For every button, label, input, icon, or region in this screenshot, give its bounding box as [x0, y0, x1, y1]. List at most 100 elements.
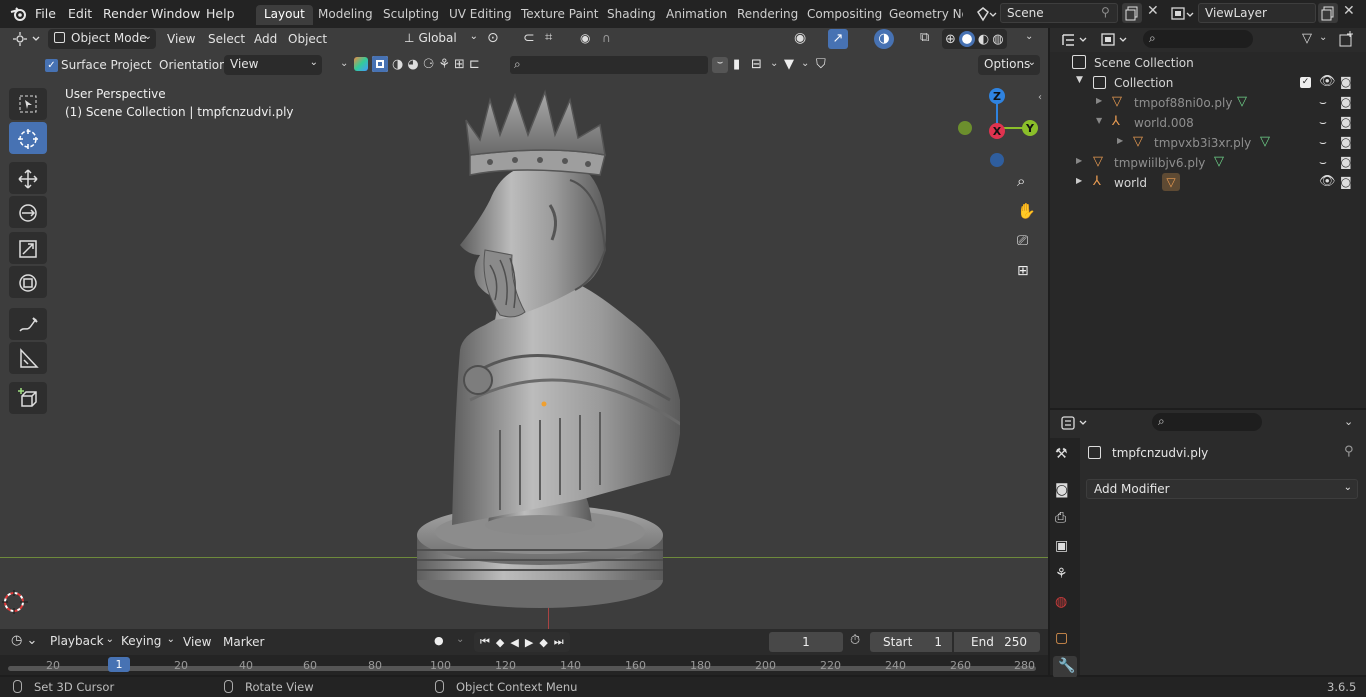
timeline-view-menu[interactable]: View	[183, 635, 211, 649]
tab-animation[interactable]: Animation	[658, 5, 735, 25]
outliner-row-world-008[interactable]: ▼ ⅄ world.008 ⌣ ◙	[1050, 113, 1366, 133]
record-icon[interactable]: ●	[434, 634, 444, 647]
chevron-down-icon[interactable]: ⌄	[770, 58, 778, 69]
cursor-tool[interactable]	[9, 122, 47, 154]
timeline-editor-type-icon[interactable]: ◷ ⌄	[11, 633, 37, 648]
viewport-menu-add[interactable]: Add	[254, 32, 277, 46]
display-mode-icon[interactable]	[1100, 32, 1130, 48]
rotate-tool[interactable]	[9, 196, 47, 228]
render-properties-icon[interactable]: ◙	[1055, 482, 1075, 502]
new-collection-button[interactable]	[1336, 30, 1356, 50]
camera-view-button[interactable]: ⎚	[1012, 231, 1038, 257]
timeline-marker-menu[interactable]: Marker	[223, 635, 264, 649]
expand-arrow-icon[interactable]: ▶	[1096, 96, 1102, 105]
eye-icon[interactable]: 👁	[1319, 74, 1336, 89]
shading-sphere-2-icon[interactable]: ◕	[407, 57, 418, 72]
add-cube-tool[interactable]	[9, 382, 47, 414]
visibility-icon[interactable]: ◉	[794, 30, 806, 46]
scale-tool[interactable]	[9, 232, 47, 264]
delete-view-layer-icon[interactable]: ✕	[1343, 3, 1355, 19]
modifier-properties-tab[interactable]: 🔧	[1053, 656, 1077, 678]
camera-render-icon[interactable]: ◙	[1340, 115, 1352, 129]
add-modifier-dropdown[interactable]: Add Modifier ⌄	[1086, 479, 1358, 499]
tree-icon[interactable]: ⚘	[438, 57, 450, 72]
transform-tool[interactable]	[9, 266, 47, 298]
pivot-point-icon[interactable]: ⊙	[487, 30, 499, 46]
scene-properties-icon[interactable]: ⚘	[1055, 566, 1075, 586]
camera-render-icon[interactable]: ◙	[1340, 75, 1352, 89]
play-icon[interactable]: ▶	[525, 636, 533, 649]
jump-start-icon[interactable]: ⏮	[480, 635, 490, 649]
overlay-toggle[interactable]: ◑	[874, 29, 894, 49]
shield-icon[interactable]: ⛉	[816, 57, 826, 72]
object-properties-icon[interactable]: ▢	[1055, 630, 1075, 650]
sidebar-toggle-chevron-icon[interactable]: ‹	[1038, 92, 1042, 103]
camera-render-icon[interactable]: ◙	[1340, 155, 1352, 169]
expand-arrow-icon[interactable]: ▶	[1076, 156, 1082, 165]
view-layer-properties-icon[interactable]: ▣	[1055, 538, 1075, 558]
collection-view-icon[interactable]: ⊟	[751, 57, 762, 72]
filter-shape-icon[interactable]: ⌣	[712, 57, 728, 73]
end-frame-field[interactable]: End 250	[954, 632, 1040, 652]
expand-arrow-icon[interactable]: ▶	[1117, 136, 1123, 145]
chevron-down-icon[interactable]: ⌄	[801, 58, 809, 69]
start-frame-field[interactable]: Start 1	[870, 632, 952, 652]
eye-closed-icon[interactable]: ⌣	[1319, 95, 1327, 110]
stopwatch-icon[interactable]: ⏱	[850, 633, 860, 648]
filter-icon[interactable]: ▼	[784, 57, 794, 72]
scene-icon[interactable]	[975, 6, 997, 22]
view-layer-icon[interactable]	[1170, 6, 1194, 22]
output-properties-icon[interactable]: ⎙	[1055, 510, 1075, 530]
menu-render[interactable]: Render	[103, 6, 148, 21]
outliner-row-tmpof88ni0o[interactable]: ▶ ▽ tmpof88ni0o.ply ▽ ⌣ ◙	[1050, 93, 1366, 113]
keying-menu[interactable]: Keying ⌄	[115, 632, 175, 652]
tab-geometry-nodes[interactable]: Geometry Noc	[881, 5, 963, 25]
move-tool[interactable]	[9, 162, 47, 194]
wireframe-shading-icon[interactable]: ⊕	[945, 32, 956, 47]
expand-arrow-icon[interactable]: ▶	[1076, 176, 1082, 185]
pan-button[interactable]: ✋	[1012, 200, 1038, 226]
expand-arrow-icon[interactable]: ▼	[1076, 75, 1083, 85]
outliner-row-world[interactable]: ▶ ⅄ world ▽ 👁 ◙	[1050, 173, 1366, 193]
curve-icon[interactable]: ⊏	[469, 57, 480, 72]
outliner-row-tmpvxb3i3xr[interactable]: ▶ ▽ tmpvxb3i3xr.ply ▽ ⌣ ◙	[1050, 133, 1366, 153]
jump-end-icon[interactable]: ⏭	[554, 635, 564, 649]
eye-closed-icon[interactable]: ⌣	[1319, 135, 1327, 150]
collection-checkbox[interactable]: ✓	[1300, 77, 1311, 88]
tab-shading[interactable]: Shading	[599, 5, 664, 25]
properties-editor-type-icon[interactable]	[1060, 415, 1090, 431]
view-layer-field[interactable]: ViewLayer	[1198, 3, 1316, 23]
menu-file[interactable]: File	[35, 6, 56, 21]
outliner-row-tmpwiilbjv6[interactable]: ▶ ▽ tmpwiilbjv6.ply ▽ ⌣ ◙	[1050, 153, 1366, 173]
pin-icon[interactable]: ⚲	[1101, 5, 1110, 19]
measure-tool[interactable]	[9, 342, 47, 374]
ortho-toggle-button[interactable]: ⊞	[1012, 261, 1038, 287]
rendered-shading-icon[interactable]: ◍	[992, 32, 1003, 47]
playback-menu[interactable]: Playback ⌄	[44, 632, 114, 652]
eye-closed-icon[interactable]: ⌣	[1319, 155, 1327, 170]
editor-type-icon[interactable]	[12, 31, 42, 47]
color-cube-icon[interactable]	[354, 57, 368, 71]
viewport-search-input[interactable]: ⌕	[510, 56, 708, 74]
viewport-menu-view[interactable]: View	[167, 32, 195, 46]
chevron-down-icon[interactable]: ⌄	[1319, 32, 1327, 43]
properties-search-input[interactable]: ⌕	[1152, 413, 1262, 431]
menu-help[interactable]: Help	[206, 6, 235, 21]
eye-closed-icon[interactable]: ⌣	[1319, 115, 1327, 130]
proportional-edit-icon[interactable]: ◉	[580, 31, 590, 45]
tab-layout[interactable]: Layout	[256, 5, 313, 25]
outliner-row-scene-collection[interactable]: Scene Collection	[1050, 53, 1366, 73]
grid-icon[interactable]: ⊞	[454, 57, 465, 72]
menu-edit[interactable]: Edit	[68, 6, 92, 21]
tab-modeling[interactable]: Modeling	[310, 5, 381, 25]
transform-orientation-dropdown[interactable]: ⊥ Global ⌄	[398, 29, 480, 49]
options-dropdown[interactable]: Options ⌄	[978, 55, 1040, 75]
3d-viewport[interactable]: Object Mode ⌄ View Select Add Object ⊥ Glo…	[0, 28, 1048, 629]
expand-arrow-icon[interactable]: ▼	[1096, 116, 1102, 125]
timeline-scrollbar[interactable]	[8, 666, 1036, 671]
snap-target-icon[interactable]: ⌗	[545, 30, 552, 45]
viewport-menu-object[interactable]: Object	[288, 32, 327, 46]
surface-project-checkbox[interactable]: ✓	[45, 59, 58, 72]
pin-icon[interactable]: ⚲	[1344, 444, 1354, 459]
xray-icon[interactable]: ⧉	[920, 30, 929, 45]
